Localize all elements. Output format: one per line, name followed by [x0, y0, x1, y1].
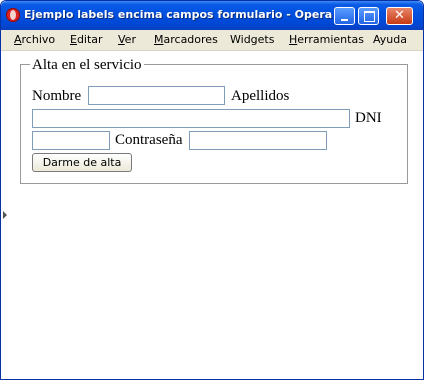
maximize-icon [364, 11, 375, 22]
opera-icon[interactable] [6, 8, 20, 22]
minimize-icon [341, 19, 348, 21]
page-content: Alta en el servicio Nombre Apellidos DNI… [1, 51, 423, 379]
signup-fieldset: Alta en el servicio Nombre Apellidos DNI… [20, 57, 408, 184]
menu-widgets[interactable]: Widgets [230, 33, 274, 46]
menu-ayuda[interactable]: Ayuda [373, 33, 407, 46]
menu-archivo[interactable]: Archivo [14, 33, 55, 46]
menu-ver[interactable]: Ver [118, 33, 136, 46]
dni-input[interactable] [32, 131, 110, 150]
dni-label: DNI [355, 110, 382, 126]
submit-button[interactable]: Darme de alta [32, 153, 132, 172]
contrasena-label: Contraseña [115, 132, 183, 148]
title-bar[interactable]: Ejemplo labels encima campos formulario … [1, 1, 423, 30]
contrasena-input[interactable] [189, 131, 327, 150]
nombre-input[interactable] [88, 86, 225, 105]
window-title: Ejemplo labels encima campos formulario … [24, 8, 333, 21]
menu-bar: Archivo Editar Ver Marcadores Widgets He… [1, 30, 423, 51]
maximize-button[interactable] [358, 7, 379, 25]
minimize-button[interactable] [334, 7, 355, 25]
apellidos-label: Apellidos [231, 88, 290, 104]
fieldset-legend: Alta en el servicio [30, 57, 144, 73]
frame-marker-icon [3, 211, 7, 219]
menu-marcadores[interactable]: Marcadores [154, 33, 218, 46]
menu-herramientas[interactable]: Herramientas [289, 33, 364, 46]
apellidos-input[interactable] [32, 109, 350, 128]
browser-window: Ejemplo labels encima campos formulario … [0, 0, 424, 380]
menu-editar[interactable]: Editar [70, 33, 103, 46]
nombre-label: Nombre [32, 88, 82, 104]
close-button[interactable]: ✕ [386, 7, 413, 25]
close-icon: ✕ [394, 8, 405, 23]
